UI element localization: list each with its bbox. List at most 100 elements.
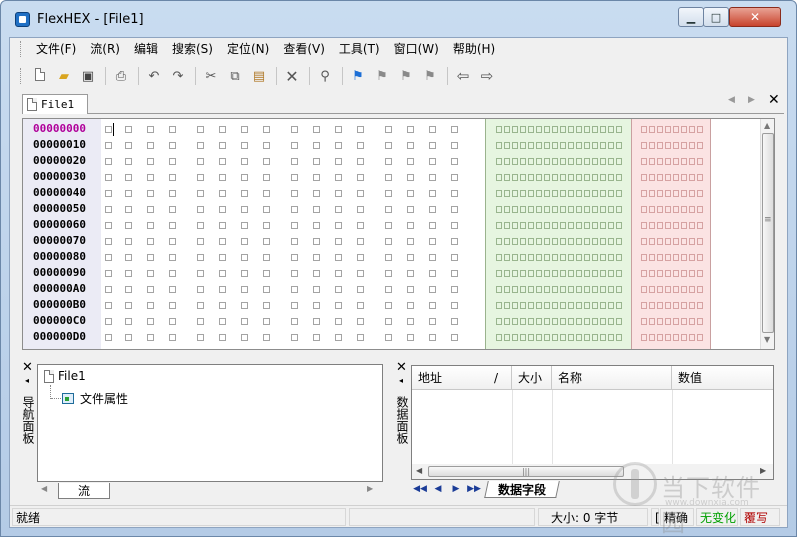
ascii-char-cell[interactable] xyxy=(600,334,606,341)
ascii-char-cell[interactable] xyxy=(528,222,534,229)
hex-byte-cell[interactable] xyxy=(313,270,320,277)
hex-byte-cell[interactable] xyxy=(125,206,132,213)
menu-navigate[interactable]: 定位(N) xyxy=(220,39,276,59)
ascii-char-cell[interactable] xyxy=(560,270,566,277)
ascii-char-cell[interactable] xyxy=(584,270,590,277)
ascii-char-cell[interactable] xyxy=(528,158,534,165)
ascii-char-cell[interactable] xyxy=(520,142,526,149)
ascii-char-cell[interactable] xyxy=(520,158,526,165)
hex-byte-cell[interactable] xyxy=(241,206,248,213)
ascii-char-cell[interactable] xyxy=(592,238,598,245)
ascii-char-cell[interactable] xyxy=(616,222,622,229)
hex-byte-cell[interactable] xyxy=(451,334,458,341)
hex-byte-cell[interactable] xyxy=(291,190,298,197)
ascii-char-cell[interactable] xyxy=(528,286,534,293)
hex-byte-cell[interactable] xyxy=(219,254,226,261)
hex-byte-cell[interactable] xyxy=(429,238,436,245)
hex-byte-cell[interactable] xyxy=(197,270,204,277)
unicode-char-cell[interactable] xyxy=(657,190,663,197)
ascii-char-cell[interactable] xyxy=(568,238,574,245)
ascii-char-cell[interactable] xyxy=(536,206,542,213)
ascii-char-cell[interactable] xyxy=(584,174,590,181)
unicode-char-cell[interactable] xyxy=(641,270,647,277)
unicode-char-cell[interactable] xyxy=(641,318,647,325)
hex-byte-cell[interactable] xyxy=(291,318,298,325)
hex-byte-cell[interactable] xyxy=(241,142,248,149)
hex-byte-cell[interactable] xyxy=(241,302,248,309)
ascii-char-cell[interactable] xyxy=(608,238,614,245)
unicode-char-cell[interactable] xyxy=(681,142,687,149)
ascii-char-cell[interactable] xyxy=(600,222,606,229)
paste-button[interactable]: ▤ xyxy=(248,65,270,87)
hex-byte-cell[interactable] xyxy=(291,334,298,341)
ascii-char-cell[interactable] xyxy=(592,254,598,261)
ascii-char-cell[interactable] xyxy=(576,206,582,213)
hex-byte-cell[interactable] xyxy=(105,238,112,245)
hex-byte-cell[interactable] xyxy=(169,270,176,277)
ascii-char-cell[interactable] xyxy=(536,142,542,149)
hex-byte-cell[interactable] xyxy=(241,254,248,261)
hex-byte-cell[interactable] xyxy=(263,286,270,293)
unicode-char-cell[interactable] xyxy=(673,190,679,197)
minimize-button[interactable]: ▁ xyxy=(678,7,704,27)
hex-byte-cell[interactable] xyxy=(219,286,226,293)
hex-byte-cell[interactable] xyxy=(357,222,364,229)
hex-byte-cell[interactable] xyxy=(147,206,154,213)
hex-byte-cell[interactable] xyxy=(263,318,270,325)
maximize-button[interactable]: □ xyxy=(703,7,729,27)
hex-byte-cell[interactable] xyxy=(313,254,320,261)
unicode-char-cell[interactable] xyxy=(641,126,647,133)
hex-byte-cell[interactable] xyxy=(241,270,248,277)
unicode-char-cell[interactable] xyxy=(681,174,687,181)
hex-byte-cell[interactable] xyxy=(407,318,414,325)
ascii-char-cell[interactable] xyxy=(512,142,518,149)
hex-byte-cell[interactable] xyxy=(197,222,204,229)
unicode-char-cell[interactable] xyxy=(649,238,655,245)
hex-byte-cell[interactable] xyxy=(407,302,414,309)
ascii-char-cell[interactable] xyxy=(496,190,502,197)
hex-byte-cell[interactable] xyxy=(335,270,342,277)
hex-byte-cell[interactable] xyxy=(407,158,414,165)
copy-button[interactable]: ⧉ xyxy=(224,65,246,87)
hex-byte-cell[interactable] xyxy=(105,270,112,277)
ascii-char-cell[interactable] xyxy=(616,318,622,325)
hex-byte-cell[interactable] xyxy=(263,302,270,309)
ascii-char-cell[interactable] xyxy=(512,270,518,277)
ascii-char-cell[interactable] xyxy=(616,302,622,309)
hex-byte-cell[interactable] xyxy=(219,126,226,133)
ascii-char-cell[interactable] xyxy=(584,318,590,325)
unicode-char-cell[interactable] xyxy=(673,126,679,133)
hex-byte-cell[interactable] xyxy=(429,206,436,213)
ascii-char-cell[interactable] xyxy=(560,174,566,181)
hex-byte-cell[interactable] xyxy=(335,126,342,133)
hex-byte-cell[interactable] xyxy=(451,254,458,261)
ascii-char-cell[interactable] xyxy=(520,238,526,245)
hex-byte-cell[interactable] xyxy=(125,254,132,261)
ascii-char-cell[interactable] xyxy=(616,158,622,165)
hex-byte-cell[interactable] xyxy=(429,126,436,133)
hex-byte-cell[interactable] xyxy=(105,222,112,229)
ascii-char-cell[interactable] xyxy=(552,190,558,197)
unicode-char-cell[interactable] xyxy=(649,286,655,293)
menu-edit[interactable]: 编辑 xyxy=(127,39,165,59)
unicode-char-cell[interactable] xyxy=(657,126,663,133)
unicode-char-cell[interactable] xyxy=(649,126,655,133)
hex-byte-cell[interactable] xyxy=(429,190,436,197)
close-nav-panel-icon[interactable]: ✕ xyxy=(22,360,33,375)
hex-byte-cell[interactable] xyxy=(147,286,154,293)
ascii-char-cell[interactable] xyxy=(520,174,526,181)
hex-byte-cell[interactable] xyxy=(407,238,414,245)
hex-byte-cell[interactable] xyxy=(429,174,436,181)
close-data-panel-icon[interactable]: ✕ xyxy=(396,360,407,375)
hex-byte-cell[interactable] xyxy=(451,318,458,325)
unicode-char-cell[interactable] xyxy=(697,222,703,229)
hex-byte-cell[interactable] xyxy=(169,126,176,133)
ascii-char-cell[interactable] xyxy=(544,238,550,245)
unicode-char-cell[interactable] xyxy=(681,158,687,165)
ascii-char-cell[interactable] xyxy=(528,190,534,197)
ascii-char-cell[interactable] xyxy=(544,174,550,181)
hex-byte-cell[interactable] xyxy=(429,286,436,293)
tab-scroll-right-icon[interactable]: ▶ xyxy=(748,95,755,105)
ascii-char-cell[interactable] xyxy=(592,142,598,149)
hex-byte-cell[interactable] xyxy=(407,142,414,149)
